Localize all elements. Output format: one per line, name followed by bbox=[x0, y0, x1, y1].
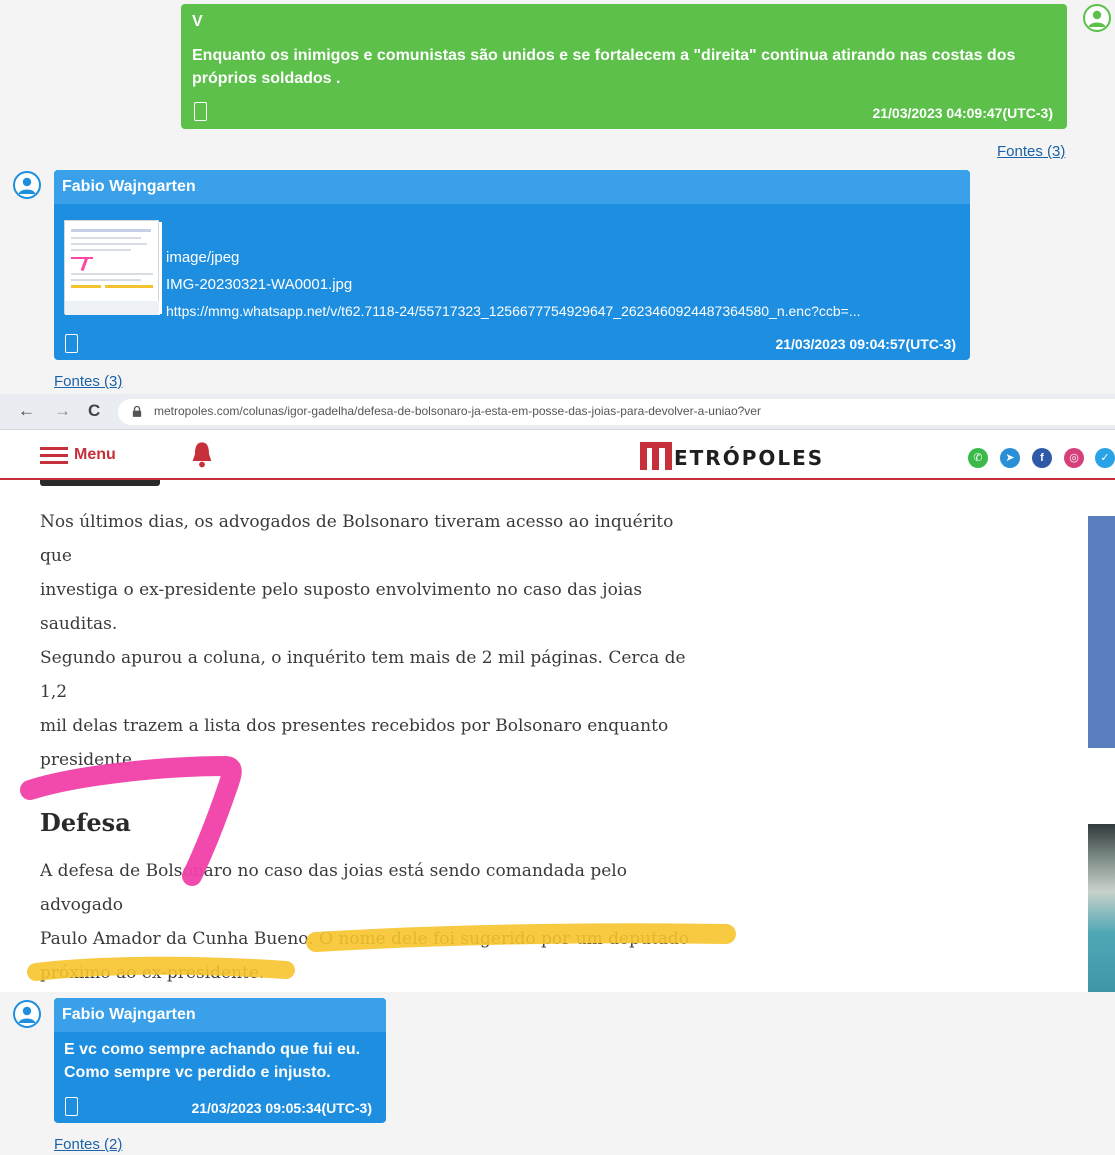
device-phone-icon bbox=[65, 334, 78, 353]
lock-icon bbox=[132, 405, 142, 417]
instagram-icon[interactable]: ◎ bbox=[1064, 448, 1084, 468]
message-timestamp: 21/03/2023 04:09:47(UTC-3) bbox=[872, 105, 1053, 121]
site-header: Menu ETRÓPOLES ✆ ➤ f ◎ ✓ bbox=[0, 430, 1115, 480]
bell-icon[interactable] bbox=[190, 440, 214, 468]
message-text: E vc como sempre achando que fui eu. bbox=[64, 1041, 361, 1058]
browser-toolbar: ← → C metropoles.com/colunas/igor-gadelh… bbox=[0, 394, 1115, 430]
logo-m-mark bbox=[640, 442, 672, 470]
user-icon bbox=[18, 177, 36, 194]
message-text: Enquanto os inimigos e comunistas são un… bbox=[192, 47, 1016, 87]
whatsapp-icon[interactable]: ✆ bbox=[968, 448, 988, 468]
paragraph-2: Segundo apurou a coluna, o inquérito tem… bbox=[40, 648, 686, 770]
avatar bbox=[13, 171, 41, 199]
avatar bbox=[1083, 4, 1111, 32]
hamburger-icon bbox=[40, 446, 68, 464]
paragraph-1: Nos últimos dias, os advogados de Bolson… bbox=[40, 512, 674, 634]
section-heading: Defesa bbox=[40, 808, 131, 837]
facebook-icon[interactable]: f bbox=[1032, 448, 1052, 468]
attachment-thumbnail[interactable] bbox=[64, 220, 160, 315]
article-body: Segundo apurou a coluna, o inquérito tem… bbox=[40, 641, 710, 777]
paragraph-3: A defesa de Bolsonaro no caso das joias … bbox=[40, 861, 690, 983]
attachment-filename: IMG-20230321-WA0001.jpg bbox=[166, 276, 353, 293]
sidebar-image bbox=[1088, 824, 1115, 992]
user-icon bbox=[1088, 10, 1106, 27]
message-sender: Fabio Wajngarten bbox=[62, 1006, 196, 1023]
device-phone-icon bbox=[194, 102, 207, 121]
avatar bbox=[13, 1000, 41, 1028]
forward-icon[interactable]: → bbox=[54, 401, 71, 421]
message-bubble: V Enquanto os inimigos e comunistas são … bbox=[181, 4, 1067, 129]
address-bar[interactable]: metropoles.com/colunas/igor-gadelha/defe… bbox=[118, 399, 1115, 425]
message-bubble: Fabio Wajngarten image/jpeg IMG-20230321… bbox=[54, 170, 970, 360]
message-text: Como sempre vc perdido e injusto. bbox=[64, 1064, 331, 1081]
message-timestamp: 21/03/2023 09:05:34(UTC-3) bbox=[191, 1100, 372, 1116]
message-timestamp: 21/03/2023 09:04:57(UTC-3) bbox=[775, 336, 956, 352]
article-screenshot: ← → C metropoles.com/colunas/igor-gadelh… bbox=[0, 394, 1115, 992]
sources-link[interactable]: Fontes (2) bbox=[54, 1136, 122, 1153]
menu-label: Menu bbox=[74, 446, 116, 463]
address-url: metropoles.com/colunas/igor-gadelha/defe… bbox=[154, 404, 761, 418]
attachment-url[interactable]: https://mmg.whatsapp.net/v/t62.7118-24/5… bbox=[166, 300, 966, 323]
attachment-mime: image/jpeg bbox=[166, 249, 240, 266]
sources-link[interactable]: Fontes (3) bbox=[54, 373, 122, 390]
message-sender: Fabio Wajngarten bbox=[62, 178, 196, 195]
back-icon[interactable]: ← bbox=[18, 401, 35, 421]
reload-icon[interactable]: C bbox=[88, 401, 100, 421]
device-phone-icon bbox=[65, 1097, 78, 1116]
user-icon bbox=[18, 1006, 36, 1023]
site-logo[interactable]: ETRÓPOLES bbox=[640, 440, 824, 470]
article-body: A defesa de Bolsonaro no caso das joias … bbox=[40, 854, 710, 990]
telegram-icon[interactable]: ➤ bbox=[1000, 448, 1020, 468]
sidebar-ad bbox=[1088, 516, 1115, 748]
message-sender: V bbox=[192, 13, 203, 30]
twitter-icon[interactable]: ✓ bbox=[1095, 448, 1115, 468]
logo-text: ETRÓPOLES bbox=[674, 446, 825, 470]
message-bubble: Fabio Wajngarten E vc como sempre achand… bbox=[54, 998, 386, 1123]
sources-link[interactable]: Fontes (3) bbox=[997, 143, 1065, 160]
menu-button[interactable]: Menu bbox=[40, 444, 116, 466]
article-body: Nos últimos dias, os advogados de Bolson… bbox=[40, 505, 710, 641]
